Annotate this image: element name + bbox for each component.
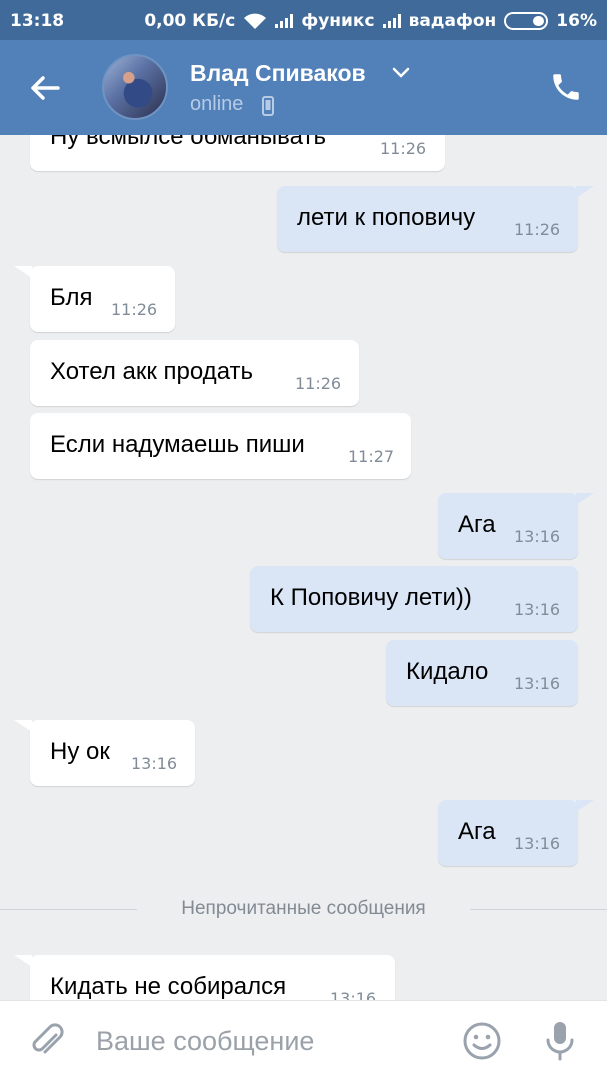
message-bubble[interactable]: Хотел акк продать 11:26 bbox=[30, 340, 359, 406]
divider-line-right bbox=[470, 909, 607, 910]
microphone-icon[interactable] bbox=[540, 1019, 580, 1063]
message-bubble[interactable]: Ага 13:16 bbox=[438, 800, 594, 866]
contact-avatar[interactable] bbox=[102, 54, 168, 120]
battery-icon bbox=[504, 12, 549, 30]
message-time: 13:16 bbox=[330, 989, 377, 1000]
signal-icon-2 bbox=[382, 14, 401, 28]
signal-icon bbox=[275, 14, 294, 28]
message-text: Ага bbox=[458, 818, 496, 845]
message-time: 11:26 bbox=[295, 374, 342, 393]
message-bubble[interactable]: Если надумаешь пиши 11:27 bbox=[30, 413, 411, 479]
message-time: 13:16 bbox=[514, 674, 561, 693]
message-time: 11:27 bbox=[348, 447, 395, 466]
message-time: 13:16 bbox=[514, 834, 561, 853]
battery-percent: 16% bbox=[556, 11, 597, 31]
message-list[interactable]: Ну всмылсе обманывать 11:26 лети к попов… bbox=[0, 135, 607, 1000]
message-text: Ну всмылсе обманывать bbox=[50, 135, 326, 150]
phone-call-icon[interactable] bbox=[549, 70, 583, 104]
message-input[interactable] bbox=[96, 1021, 426, 1061]
message-bubble[interactable]: К Поповичу лети)) 13:16 bbox=[250, 566, 578, 632]
message-text: Бля bbox=[50, 284, 93, 311]
message-bubble[interactable]: Ага 13:16 bbox=[438, 493, 594, 559]
chevron-down-icon[interactable] bbox=[392, 66, 410, 80]
message-time: 11:26 bbox=[514, 220, 561, 239]
message-bubble[interactable]: Бля 11:26 bbox=[14, 266, 175, 332]
message-time: 11:26 bbox=[111, 300, 158, 319]
message-time: 13:16 bbox=[514, 527, 561, 546]
message-bubble[interactable]: Кидать не собирался 13:16 bbox=[14, 955, 395, 1000]
carrier-1: фуникс bbox=[301, 11, 375, 31]
network-speed: 0,00 КБ/с bbox=[144, 11, 236, 31]
message-bubble[interactable]: Кидало 13:16 bbox=[386, 640, 578, 706]
message-text: Если надумаешь пиши bbox=[50, 431, 305, 458]
contact-status: online bbox=[190, 93, 244, 115]
smile-icon[interactable] bbox=[462, 1021, 502, 1061]
message-text: Ну ок bbox=[50, 738, 110, 765]
status-time: 13:18 bbox=[10, 11, 65, 31]
message-text: лети к поповичу bbox=[297, 204, 476, 231]
message-text: Ага bbox=[458, 511, 496, 538]
back-arrow-icon[interactable] bbox=[24, 68, 64, 108]
message-time: 11:26 bbox=[380, 139, 427, 158]
message-bubble[interactable]: Ну ок 13:16 bbox=[14, 720, 195, 786]
status-right: 0,00 КБ/с фуникс вадафон 16% bbox=[144, 11, 597, 31]
status-bar: 13:18 0,00 КБ/с фуникс вадафон 16% bbox=[0, 0, 607, 40]
message-time: 13:16 bbox=[131, 754, 178, 773]
message-time: 13:16 bbox=[514, 600, 561, 619]
message-text: Хотел акк продать bbox=[50, 358, 254, 385]
chat-header: Влад Спиваков online bbox=[0, 40, 607, 135]
message-text: Кидало bbox=[406, 658, 489, 685]
mobile-phone-icon bbox=[262, 96, 274, 116]
message-text: Кидать не собирался bbox=[50, 973, 287, 1000]
carrier-2: вадафон bbox=[408, 11, 497, 31]
message-bubble[interactable]: лети к поповичу 11:26 bbox=[277, 186, 594, 252]
wifi-icon bbox=[244, 13, 267, 29]
unread-divider: Непрочитанные сообщения bbox=[0, 897, 607, 921]
paperclip-icon[interactable] bbox=[28, 1021, 68, 1061]
message-composer bbox=[0, 1000, 607, 1080]
message-bubble[interactable]: Ну всмылсе обманывать 11:26 bbox=[30, 135, 445, 171]
contact-name[interactable]: Влад Спиваков bbox=[190, 60, 366, 87]
message-text: К Поповичу лети)) bbox=[270, 584, 472, 611]
